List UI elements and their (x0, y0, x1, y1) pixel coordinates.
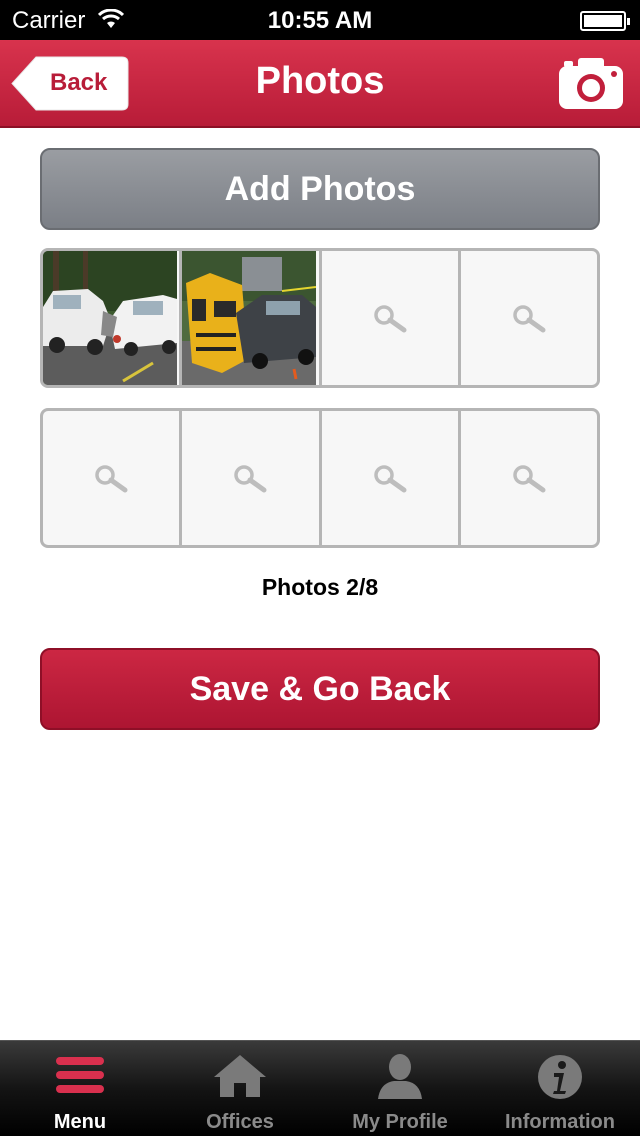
empty-photo-slot[interactable] (321, 251, 458, 385)
add-photos-button[interactable]: Add Photos (40, 148, 600, 230)
nav-bar: Back Photos (0, 40, 640, 128)
bus-crash-photo-icon (182, 251, 317, 385)
photo-grid-row-2 (40, 408, 600, 548)
photo-thumbnail[interactable] (43, 251, 180, 385)
info-icon (538, 1055, 582, 1099)
page-title: Photos (255, 60, 385, 102)
empty-photo-slot[interactable] (182, 411, 319, 545)
photo-thumbnail[interactable] (182, 251, 319, 385)
camera-icon[interactable] (558, 56, 624, 110)
tab-menu[interactable]: Menu (0, 1041, 160, 1137)
photo-grid-row-1 (40, 248, 600, 388)
search-icon (373, 465, 407, 493)
empty-photo-slot[interactable] (460, 251, 597, 385)
photo-count: Photos 2/8 (261, 574, 379, 600)
car-crash-photo-icon (43, 251, 177, 385)
empty-photo-slot[interactable] (321, 411, 458, 545)
search-icon (513, 465, 546, 493)
search-icon (513, 305, 546, 333)
empty-photo-slot[interactable] (43, 411, 180, 545)
search-icon (373, 305, 407, 333)
home-icon (214, 1055, 266, 1097)
battery-icon (580, 11, 630, 31)
clock: 10:55 AM (267, 7, 373, 34)
search-icon (95, 465, 128, 493)
tab-offices[interactable]: Offices (160, 1041, 320, 1137)
tab-bar: Menu Offices My Profile Information (0, 1040, 640, 1136)
person-icon (378, 1054, 422, 1099)
tab-information-label: Information (505, 1111, 615, 1133)
menu-icon (56, 1057, 104, 1093)
search-icon (234, 465, 267, 493)
tab-information[interactable]: Information (480, 1041, 640, 1137)
tab-menu-label: Menu (53, 1111, 107, 1133)
save-and-go-back-button[interactable]: Save & Go Back (40, 648, 600, 730)
status-bar: Carrier 10:55 AM (0, 0, 640, 40)
empty-photo-slot[interactable] (460, 411, 597, 545)
tab-my-profile-label: My Profile (352, 1111, 448, 1133)
tab-offices-label: Offices (206, 1111, 274, 1133)
tab-my-profile[interactable]: My Profile (320, 1041, 480, 1137)
